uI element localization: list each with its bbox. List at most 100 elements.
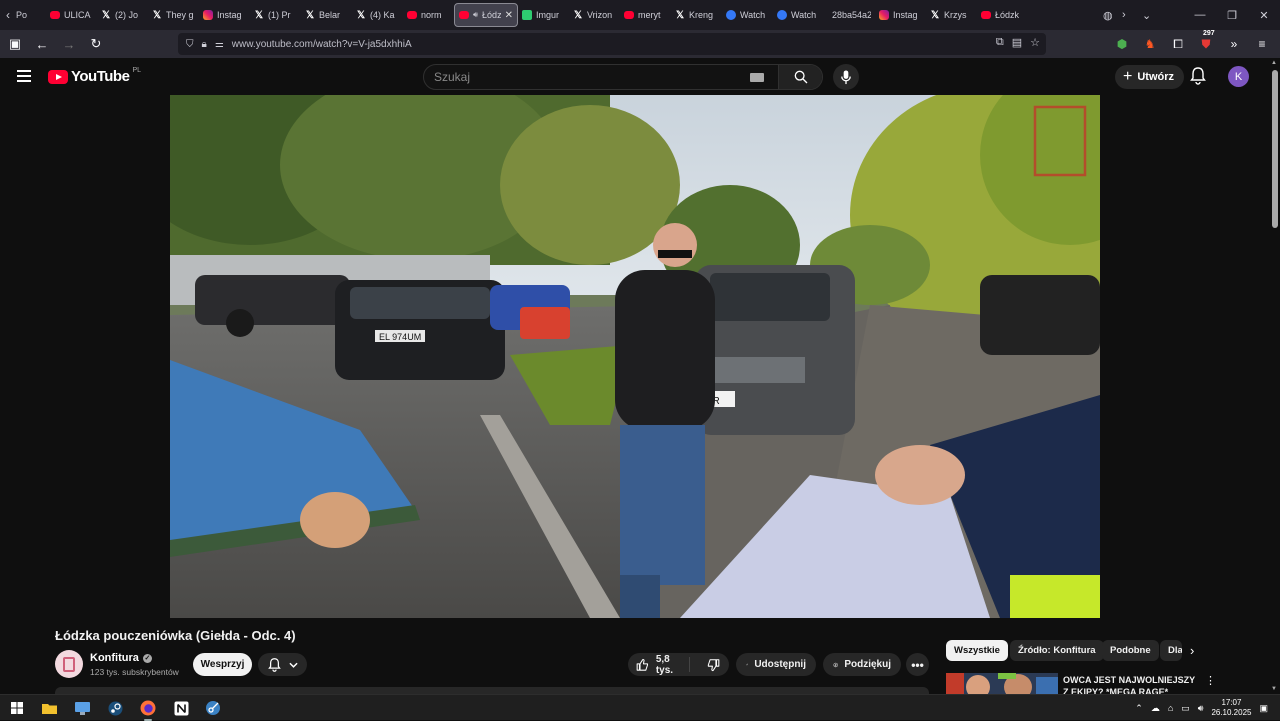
browser-tab[interactable]: 𝕏 Belar — [301, 3, 352, 27]
minimize-icon[interactable]: — — [1184, 9, 1216, 21]
scroll-up-icon[interactable]: ▲ — [1271, 60, 1277, 66]
browser-tab[interactable]: 28ba54a2 — [824, 3, 875, 27]
overflow-chevron-icon[interactable]: » — [1222, 32, 1246, 56]
share-button[interactable]: Udostępnij — [736, 653, 816, 676]
browser-tab[interactable]: Instag — [875, 3, 926, 27]
bookmark-star-icon[interactable]: ☆ — [1030, 36, 1040, 49]
scroll-down-icon[interactable]: ▼ — [1271, 686, 1277, 692]
network-icon[interactable]: ⌂ — [1168, 703, 1173, 713]
browser-tab[interactable]: Imgur — [518, 3, 569, 27]
tab-scroll-left-icon[interactable]: ‹ — [0, 0, 16, 30]
channel-avatar[interactable] — [55, 650, 83, 678]
sidebar-icon[interactable]: ▣ — [3, 32, 27, 56]
notifications-chat-icon[interactable]: ▣ — [1259, 703, 1268, 714]
x-icon: 𝕏 — [573, 9, 583, 21]
url-text[interactable]: www.youtube.com/watch?v=V-ja5dxhhiA — [232, 39, 412, 50]
shield-icon[interactable]: ⛉ — [186, 39, 194, 50]
vpn-extension-icon[interactable]: ⬢ — [1110, 32, 1134, 56]
tab-partial[interactable]: Po — [16, 10, 46, 20]
picture-in-picture-icon[interactable]: ⧉ — [996, 36, 1004, 49]
browser-tab[interactable]: 𝕏 (1) Pr — [250, 3, 301, 27]
forward-icon[interactable]: → — [57, 32, 81, 56]
search-input[interactable] — [424, 70, 750, 84]
support-button[interactable]: Wesprzyj — [193, 653, 252, 676]
onedrive-cloud-icon[interactable]: ☁ — [1151, 703, 1160, 714]
dislike-button[interactable] — [696, 658, 729, 672]
browser-tab[interactable]: Instag — [199, 3, 250, 27]
account-avatar[interactable]: K — [1228, 66, 1249, 87]
volume-icon[interactable]: 🔊︎ — [1198, 703, 1204, 714]
browser-tab[interactable]: Łódzk — [977, 3, 1028, 27]
clock-time: 17:07 — [1221, 698, 1242, 707]
browser-tab[interactable]: ULICA — [46, 3, 97, 27]
keyboard-icon[interactable] — [750, 72, 764, 82]
lock-icon[interactable]: 🔒︎ — [202, 39, 207, 50]
browser-tab[interactable]: norm — [403, 3, 454, 27]
tab-title: They g — [166, 10, 194, 20]
list-all-tabs-icon[interactable]: ⌄ — [1142, 0, 1151, 30]
notification-settings-button[interactable] — [258, 653, 307, 676]
browser-tab-active[interactable]: 🔊︎ Łódz ✕ — [454, 3, 518, 27]
fox-extension-icon[interactable]: ♞ — [1138, 32, 1162, 56]
browser-tab[interactable]: Watch — [773, 3, 824, 27]
more-actions-button[interactable]: ••• — [906, 653, 929, 676]
close-window-icon[interactable]: ✕ — [1248, 9, 1280, 22]
extensions-puzzle-icon[interactable]: ⧠ — [1166, 32, 1190, 56]
create-button[interactable]: + Utwórz — [1115, 65, 1185, 89]
browser-tab[interactable]: Watch — [722, 3, 773, 27]
chips-next-chevron-icon[interactable]: › — [1190, 643, 1194, 658]
browser-tab[interactable]: 𝕏 Kreng — [671, 3, 722, 27]
thumbs-down-icon — [707, 658, 719, 671]
chip-related[interactable]: Podobne — [1102, 640, 1159, 661]
recommendation-thumbnail[interactable] — [946, 673, 1058, 694]
restore-icon[interactable]: ❐ — [1216, 9, 1248, 22]
tray-overflow-chevron-icon[interactable]: ⌃ — [1135, 703, 1143, 714]
notion-icon[interactable] — [172, 699, 190, 717]
browser-tab[interactable]: 𝕏 (2) Jo — [97, 3, 148, 27]
reload-icon[interactable]: ↻ — [84, 32, 108, 56]
firefox-icon[interactable] — [139, 699, 157, 721]
chip-for-you[interactable]: Dla — [1160, 640, 1182, 661]
steam-icon[interactable] — [106, 699, 124, 717]
description-box[interactable] — [55, 687, 929, 694]
tab-close-icon[interactable]: ✕ — [505, 10, 513, 21]
reader-view-icon[interactable]: ▤ — [1012, 36, 1022, 49]
voice-search-button[interactable] — [833, 64, 859, 90]
back-icon[interactable]: ← — [30, 32, 54, 56]
chip-source[interactable]: Źródło: Konfitura — [1010, 640, 1104, 661]
tab-audio-icon[interactable]: 🔊︎ — [473, 10, 478, 20]
like-button[interactable]: 5,8 tys. — [628, 654, 691, 676]
recommendation-title[interactable]: OWCA JEST NAJWOLNIEJSZY Z EKIPY? *MEGA R… — [1063, 674, 1198, 694]
display-icon[interactable]: ▭ — [1181, 703, 1190, 714]
file-explorer-icon[interactable] — [40, 699, 58, 717]
browser-tab[interactable]: 𝕏 (4) Ka — [352, 3, 403, 27]
channel-name-row[interactable]: Konfitura ✓ — [90, 652, 152, 664]
video-player[interactable]: EL 974UM 7R — [170, 95, 1100, 618]
hamburger-menu-icon[interactable] — [17, 70, 31, 82]
browser-tab[interactable]: 𝕏 They g — [148, 3, 199, 27]
browser-tab[interactable]: 𝕏 Vrizon — [569, 3, 620, 27]
channel-name[interactable]: Konfitura — [90, 652, 139, 664]
url-bar[interactable]: ⛉ 🔒︎ ⚌ www.youtube.com/watch?v=V-ja5dxhh… — [178, 33, 1046, 55]
page-scrollbar[interactable]: ▲ ▼ — [1270, 58, 1280, 694]
browser-tab[interactable]: meryt — [620, 3, 671, 27]
scrollbar-thumb[interactable] — [1272, 70, 1278, 228]
thanks-button[interactable]: Podziękuj — [823, 653, 901, 676]
tab-title: Belar — [319, 10, 341, 20]
tab-scroll-right-icon[interactable]: › — [1122, 0, 1126, 30]
search-button[interactable] — [778, 65, 822, 89]
snipping-tool-icon[interactable] — [204, 699, 222, 717]
firefox-view-icon[interactable]: ◍ — [1103, 0, 1113, 30]
chip-all[interactable]: Wszystkie — [946, 640, 1008, 661]
recommendation-menu-icon[interactable]: ⋮ — [1205, 674, 1216, 687]
app-menu-icon[interactable]: ≡ — [1250, 32, 1274, 56]
notifications-button[interactable] — [1190, 67, 1206, 90]
permissions-icon[interactable]: ⚌ — [215, 39, 224, 50]
browser-tab[interactable]: 𝕏 Krzys — [926, 3, 977, 27]
ublock-extension-icon[interactable]: ⛊ 297 — [1194, 30, 1218, 56]
remote-desktop-icon[interactable] — [73, 699, 91, 717]
windows-start-icon[interactable] — [8, 699, 26, 717]
clock[interactable]: 17:07 26.10.2025 — [1211, 698, 1251, 718]
youtube-logo[interactable]: YouTube PL — [48, 67, 141, 85]
youtube-icon — [50, 11, 60, 19]
